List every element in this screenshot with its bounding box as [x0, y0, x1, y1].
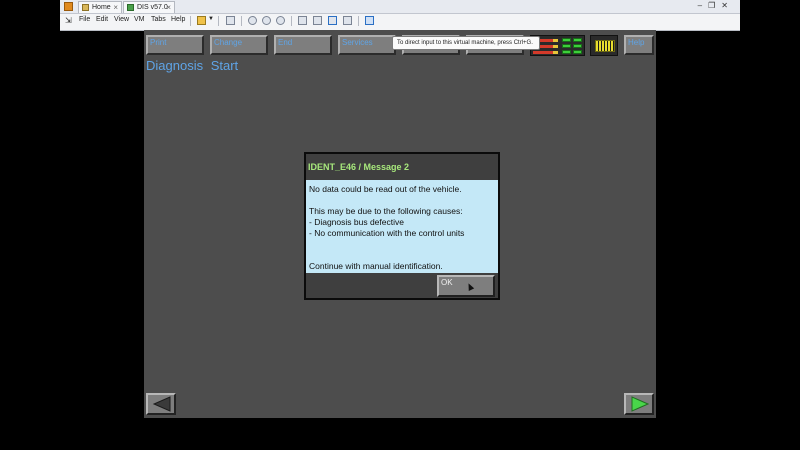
- services-button[interactable]: Services: [338, 35, 396, 55]
- console-view-icon[interactable]: [313, 16, 322, 25]
- ok-button[interactable]: OK: [437, 275, 495, 297]
- menu-edit[interactable]: Edit: [96, 16, 108, 23]
- forward-button[interactable]: [624, 393, 654, 415]
- console-icon[interactable]: [365, 16, 374, 25]
- dis-screen: Print Change End Services Help Diagnosis…: [144, 30, 656, 418]
- help-button[interactable]: Help: [624, 35, 654, 55]
- dialog-message: No data could be read out of the vehicle…: [306, 180, 498, 273]
- arrow-right-icon: [631, 396, 650, 412]
- dialog-line: Continue with manual identification.: [309, 261, 443, 271]
- page-title: Diagnosis Start: [146, 58, 239, 73]
- battery-icon: [595, 40, 615, 52]
- snapshot-manager-icon[interactable]: [276, 16, 285, 25]
- menu-file[interactable]: File: [79, 16, 90, 23]
- menu-bar: ⇲ File Edit View VM Tabs Help ▼: [60, 14, 740, 28]
- chevron-down-icon[interactable]: ▼: [208, 16, 214, 22]
- mouse-cursor-icon: [465, 282, 475, 291]
- toolbar-separator: [241, 16, 242, 26]
- minimize-icon[interactable]: –: [698, 1, 708, 10]
- dialog-line: No data could be read out of the vehicle…: [309, 184, 462, 194]
- network-icon[interactable]: [226, 16, 235, 25]
- dialog-line: - No communication with the control unit…: [309, 228, 465, 238]
- change-button[interactable]: Change: [210, 35, 268, 55]
- sidebar-icon[interactable]: [298, 16, 307, 25]
- window-controls: –❐✕: [698, 0, 734, 12]
- vm-icon: [127, 4, 134, 11]
- revert-snapshot-icon[interactable]: [262, 16, 271, 25]
- menu-help[interactable]: Help: [171, 16, 185, 23]
- ok-label: OK: [441, 278, 453, 287]
- arrow-left-icon: [152, 396, 171, 412]
- toolbar-separator: [358, 16, 359, 26]
- dialog-title: IDENT_E46 / Message 2: [308, 162, 410, 172]
- home-icon: [82, 4, 89, 11]
- dialog-line: This may be due to the following causes:: [309, 206, 463, 216]
- tab-dis-label: DIS v57.0: [137, 4, 168, 11]
- vm-input-tooltip: To direct input to this virtual machine,…: [392, 36, 540, 50]
- end-button[interactable]: End: [274, 35, 332, 55]
- restore-icon[interactable]: ❐: [708, 1, 721, 10]
- message-dialog: IDENT_E46 / Message 2 No data could be r…: [304, 152, 500, 300]
- tab-home-label: Home: [92, 4, 111, 11]
- close-icon[interactable]: ×: [113, 2, 118, 13]
- menu-vm[interactable]: VM: [134, 16, 145, 23]
- toolbar-separator: [190, 16, 191, 26]
- unity-icon[interactable]: [343, 16, 352, 25]
- dialog-line: - Diagnosis bus defective: [309, 217, 404, 227]
- snapshot-icon[interactable]: [248, 16, 257, 25]
- tab-home[interactable]: Home ×: [78, 1, 122, 13]
- vmware-window: Home × DIS v57.0 × –❐✕ ⇲ File Edit View …: [60, 0, 740, 31]
- toolbar-separator: [291, 16, 292, 26]
- fullscreen-icon[interactable]: [328, 16, 337, 25]
- tab-bar: Home × DIS v57.0 × –❐✕: [60, 0, 740, 14]
- pin-icon[interactable]: ⇲: [65, 16, 72, 25]
- close-icon[interactable]: ×: [166, 2, 171, 13]
- menu-tabs[interactable]: Tabs: [151, 16, 166, 23]
- battery-indicator: [590, 35, 618, 56]
- toolbar-separator: [218, 16, 219, 26]
- back-button[interactable]: [146, 393, 176, 415]
- print-button[interactable]: Print: [146, 35, 204, 55]
- vmware-app-icon[interactable]: [64, 2, 73, 11]
- close-icon[interactable]: ✕: [721, 1, 734, 10]
- menu-view[interactable]: View: [114, 16, 129, 23]
- power-icon[interactable]: [197, 16, 206, 25]
- tab-dis[interactable]: DIS v57.0 ×: [123, 1, 175, 13]
